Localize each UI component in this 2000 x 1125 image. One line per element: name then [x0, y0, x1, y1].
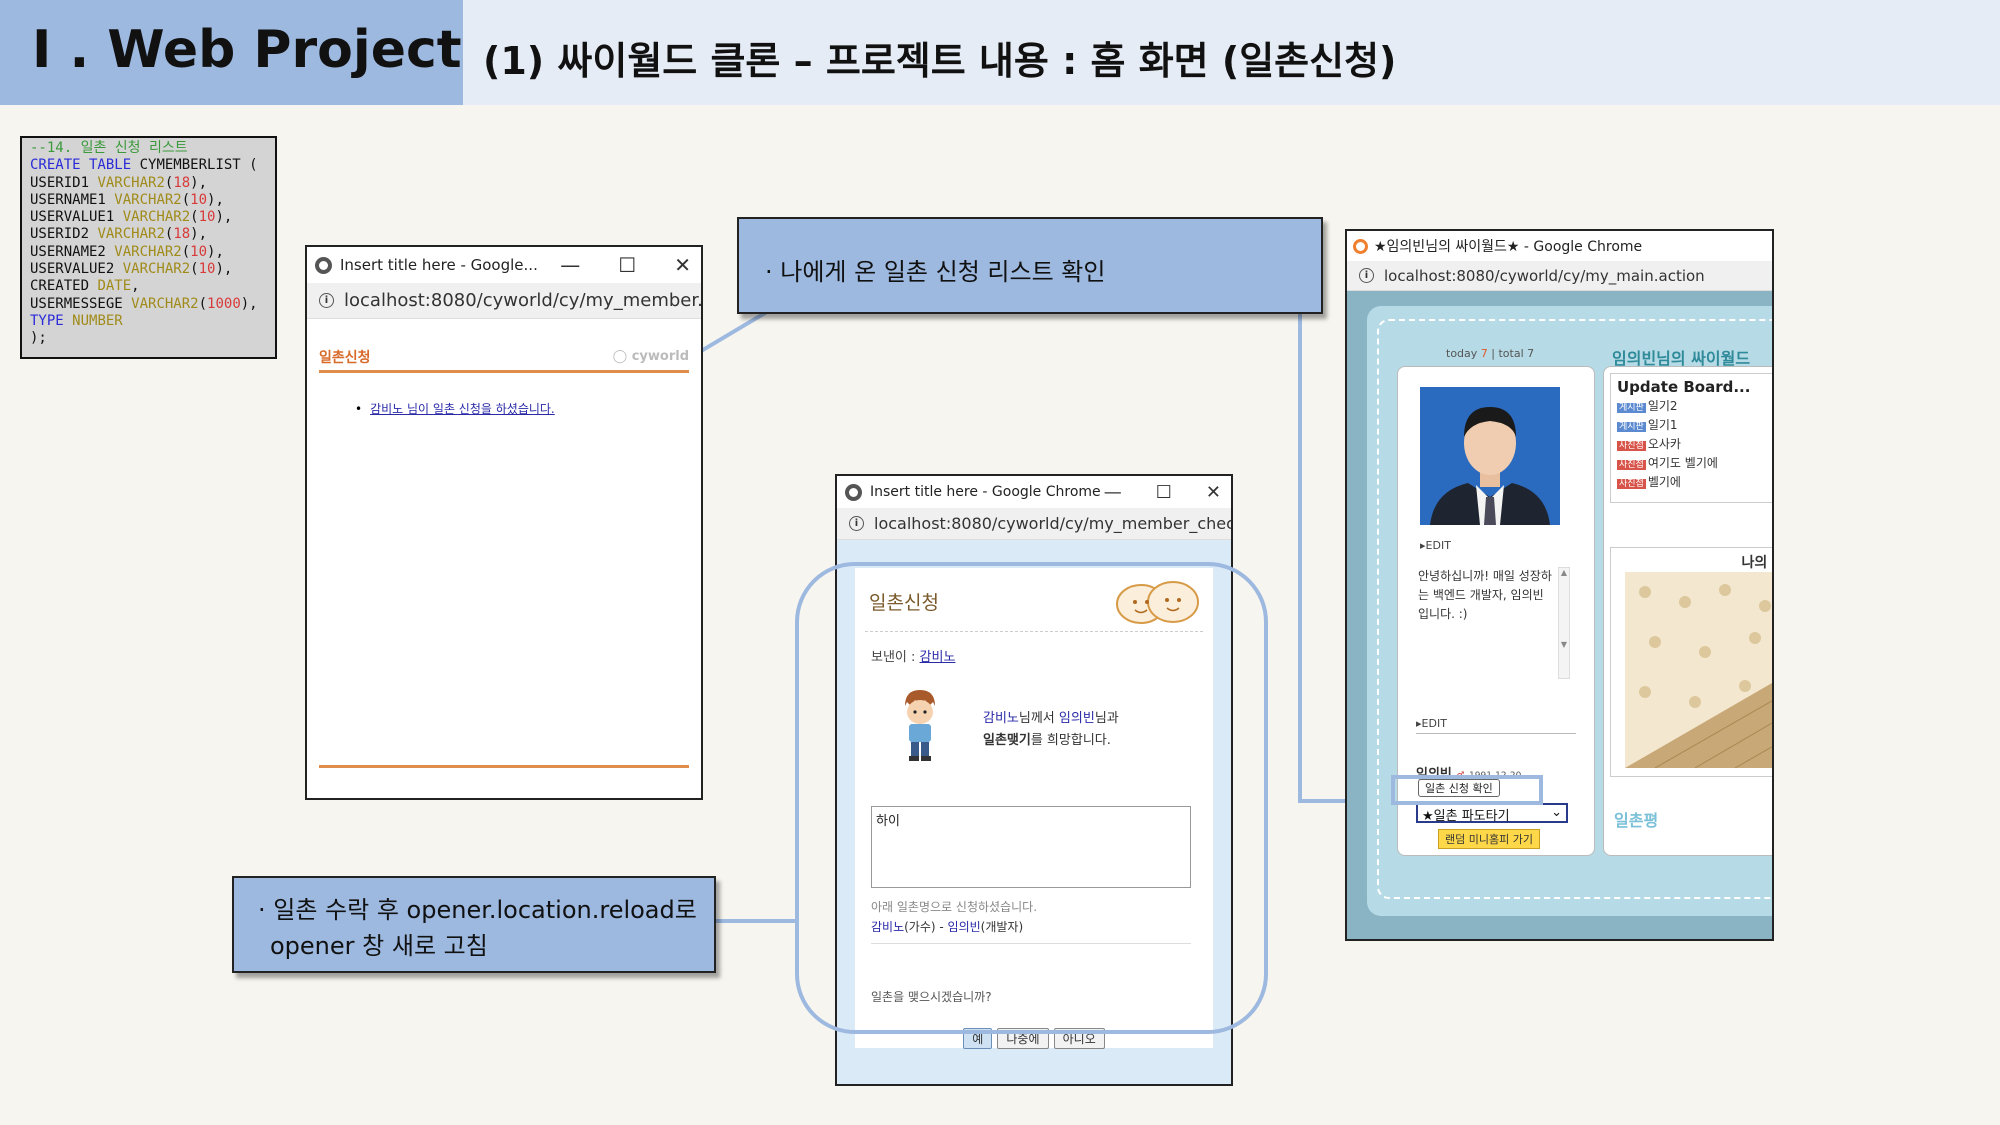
url-text: localhost:8080/cyworld/cy/my_main.action: [1384, 266, 1705, 285]
sql-code-block: --14. 일촌 신청 리스트 CREATE TABLE CYMEMBERLIS…: [20, 136, 277, 359]
minihompy-window: ★임의빈님의 싸이월드★ - Google Chrome i localhost…: [1345, 229, 1774, 941]
window-titlebar: Insert title here - Google Chrome — ☐ ✕: [837, 476, 1231, 508]
cyworld-logo: ◯ cyworld: [612, 349, 689, 364]
board-item[interactable]: 게시판 일기2: [1617, 398, 1772, 417]
board-text: 여기도 벨기에: [1647, 456, 1718, 470]
address-bar[interactable]: i localhost:8080/cyworld/cy/my_main.acti…: [1347, 261, 1772, 291]
board-tag: 게시판: [1617, 422, 1646, 432]
list-heading: 일촌신청: [319, 350, 371, 366]
miniroom-image: [1625, 572, 1772, 768]
window-title: Insert title here - Google...: [340, 256, 538, 274]
callout-text: · 나에게 온 일촌 신청 리스트 확인: [765, 258, 1106, 286]
window-title: ★임의빈님의 싸이월드★ - Google Chrome: [1374, 239, 1643, 255]
window-titlebar: ★임의빈님의 싸이월드★ - Google Chrome: [1347, 231, 1772, 261]
board-item[interactable]: 사진첩 여기도 벨기에: [1617, 455, 1772, 474]
close-icon[interactable]: ✕: [1206, 482, 1221, 503]
url-text: localhost:8080/cyworld/cy/my_member_chec…: [874, 514, 1231, 533]
info-icon: i: [849, 516, 864, 531]
board-text: 벨기에: [1647, 475, 1681, 489]
board-text: 일기1: [1647, 418, 1678, 432]
intro-text: 안녕하십니까! 매일 성장하는 백엔드 개발자, 임의빈 입니다. :): [1418, 569, 1552, 621]
callout-line-2: opener 창 새로 고침: [270, 932, 488, 960]
window-title: Insert title here - Google Chrome: [870, 484, 1101, 500]
ilchon-wave-select[interactable]: ★일촌 파도타기 ⌄: [1416, 803, 1568, 824]
board-text: 일기2: [1647, 399, 1678, 413]
section-header: I . Web Project: [0, 0, 463, 105]
main-panel: 임의빈님의 싸이월드 Update Board... 게시판 일기2 게시판 일기1 사…: [1603, 349, 1772, 856]
board-title: Update Board...: [1617, 378, 1751, 396]
board-list: 게시판 일기2 게시판 일기1 사진첩 오사카 사진첩 여기도 벨기에 사진첩 벨기에: [1617, 398, 1772, 493]
intro-scrollbar[interactable]: ▲ ▼: [1558, 567, 1570, 679]
cyworld-tab-icon: [1353, 238, 1368, 254]
edit-link-2[interactable]: ▸EDIT: [1416, 717, 1576, 734]
slide-header: (1) 싸이월드 클론 – 프로젝트 내용 : 홈 화면 (일촌신청): [463, 0, 2000, 105]
minimize-icon[interactable]: —: [560, 253, 580, 277]
edit-link-1[interactable]: ▸EDIT: [1420, 539, 1451, 552]
ilchon-comment-label: 일촌평: [1614, 811, 1659, 830]
section-title: I . Web Project: [32, 20, 462, 80]
slide-title: (1) 싸이월드 클론 – 프로젝트 내용 : 홈 화면 (일촌신청): [483, 39, 1397, 83]
room-area: 나의 미: [1610, 547, 1772, 777]
board-item[interactable]: 사진첩 오사카: [1617, 436, 1772, 455]
ilchon-list-window: Insert title here - Google... — ☐ ✕ i lo…: [305, 245, 703, 800]
minihompy-frame: today 7 | total 7 ▸EDIT 안녕하십니까! 매일 성장하는 …: [1347, 291, 1772, 939]
random-hompy-button[interactable]: 랜덤 미니홈피 가기: [1438, 829, 1540, 849]
maximize-icon[interactable]: ☐: [618, 253, 636, 277]
info-icon: i: [1359, 268, 1374, 283]
window-titlebar: Insert title here - Google... — ☐ ✕: [307, 247, 701, 283]
maximize-icon[interactable]: ☐: [1156, 482, 1172, 503]
callout-line-1: · 일촌 수락 후 opener.location.reload로: [258, 896, 697, 924]
code-comment: --14. 일촌 신청 리스트: [30, 140, 188, 156]
address-bar[interactable]: i localhost:8080/cyworld/cy/my_member...: [307, 283, 701, 319]
chevron-down-icon: ⌄: [1551, 805, 1562, 820]
board-tag: 사진첩: [1617, 460, 1646, 470]
board-tag: 사진첩: [1617, 441, 1646, 451]
chrome-icon: [845, 483, 862, 501]
close-icon[interactable]: ✕: [674, 253, 691, 277]
callout-reload: · 일촌 수락 후 opener.location.reload로 opener…: [232, 876, 716, 973]
info-icon: i: [319, 293, 334, 308]
chrome-icon: [315, 256, 332, 274]
profile-photo: [1420, 387, 1560, 525]
board-text: 오사카: [1647, 437, 1681, 451]
callout-list-check: · 나에게 온 일촌 신청 리스트 확인: [737, 217, 1323, 314]
room-title: 나의 미: [1741, 555, 1772, 571]
site-title: 임의빈님의 싸이월드: [1612, 349, 1751, 368]
board-item[interactable]: 사진첩 벨기에: [1617, 474, 1772, 493]
minimize-icon[interactable]: —: [1104, 482, 1122, 503]
ilchon-request-link[interactable]: 감비노 님이 일촌 신청을 하셨습니다.: [370, 402, 555, 416]
board-tag: 게시판: [1617, 403, 1646, 413]
visitor-counter: today 7 | total 7: [1446, 347, 1535, 360]
footer-rule: [319, 765, 689, 768]
board-tag: 사진첩: [1617, 479, 1646, 489]
highlight-frame: [795, 562, 1268, 1034]
update-board: Update Board... 게시판 일기2 게시판 일기1 사진첩 오사카 사진첩 여기도…: [1610, 373, 1772, 503]
list-item: • 감비노 님이 일촌 신청을 하셨습니다.: [355, 402, 555, 416]
board-item[interactable]: 게시판 일기1: [1617, 417, 1772, 436]
check-highlight: [1391, 775, 1543, 805]
url-text: localhost:8080/cyworld/cy/my_member...: [344, 290, 701, 311]
callout-text: · 일촌 수락 후 opener.location.reload로 opener…: [258, 892, 697, 964]
list-heading-bar: 일촌신청 ◯ cyworld: [319, 347, 689, 373]
address-bar[interactable]: i localhost:8080/cyworld/cy/my_member_ch…: [837, 508, 1231, 540]
